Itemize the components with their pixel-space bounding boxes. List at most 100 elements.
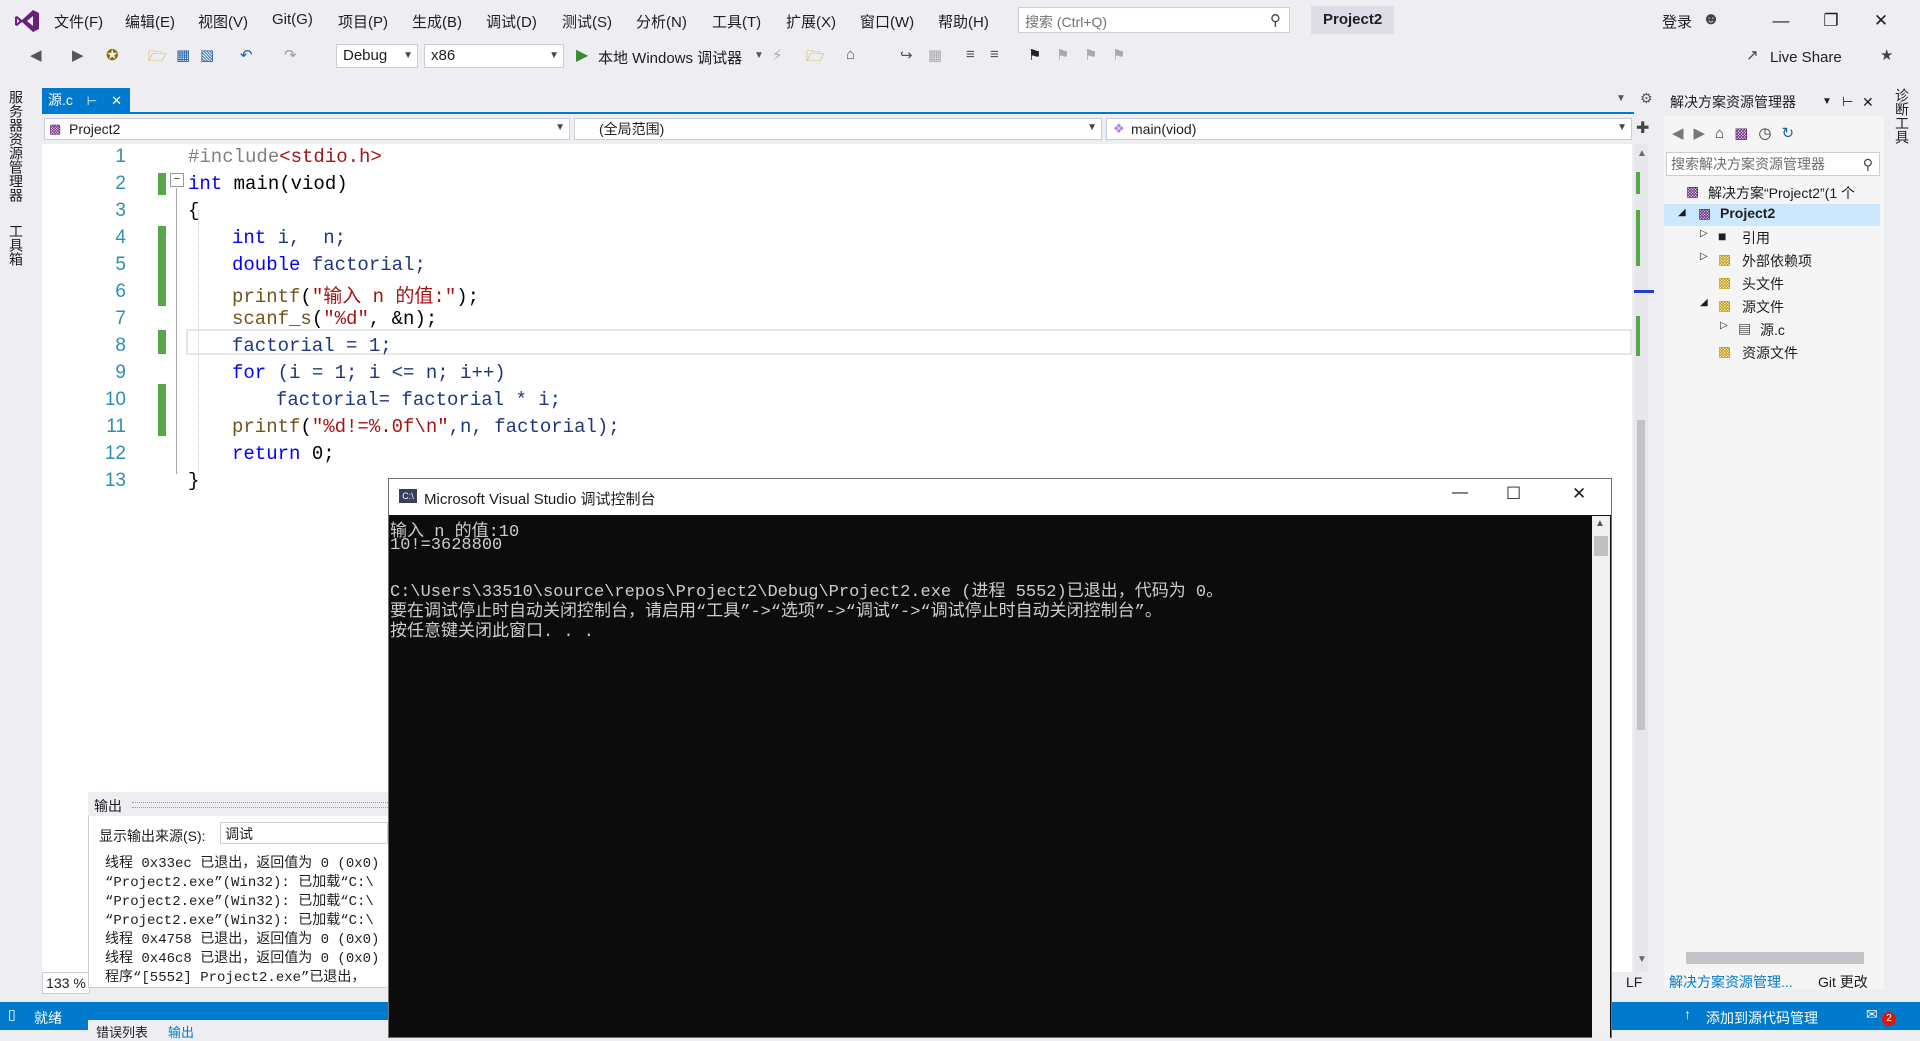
- code-line-1[interactable]: #include<stdio.h>: [188, 146, 382, 168]
- tree-item-project[interactable]: Project2: [1720, 205, 1775, 221]
- console-minimize-button[interactable]: —: [1452, 484, 1468, 502]
- home-icon[interactable]: ⌂: [1715, 125, 1724, 142]
- back-icon[interactable]: ◀: [30, 46, 42, 64]
- tab-git-changes[interactable]: Git 更改: [1818, 972, 1868, 992]
- hot-reload-icon[interactable]: ⚡: [772, 46, 783, 64]
- collapse-icon[interactable]: −: [170, 173, 184, 187]
- menu-help[interactable]: 帮助(H): [938, 11, 989, 32]
- close-icon[interactable]: ✕: [111, 93, 122, 108]
- menu-file[interactable]: 文件(F): [54, 11, 103, 32]
- scroll-up-icon[interactable]: ▲: [1637, 148, 1647, 159]
- diagnostics-tab[interactable]: 诊断工具: [1892, 88, 1912, 144]
- search-box[interactable]: 搜索 (Ctrl+Q) ⚲: [1018, 7, 1290, 33]
- tree-item-solution[interactable]: 解决方案“Project2”(1 个: [1708, 183, 1855, 203]
- menu-tools[interactable]: 工具(T): [712, 11, 761, 32]
- chevron-down-icon[interactable]: ▼: [1616, 93, 1626, 104]
- menu-extensions[interactable]: 扩展(X): [786, 11, 836, 32]
- indent-icon[interactable]: ≡: [966, 46, 975, 63]
- toolbox-tab[interactable]: 工具箱: [6, 224, 26, 266]
- save-all-icon[interactable]: ▧: [200, 46, 214, 64]
- expand-icon[interactable]: ◢: [1678, 207, 1686, 218]
- minimize-button[interactable]: —: [1758, 8, 1804, 34]
- close-icon[interactable]: ✕: [1862, 88, 1874, 116]
- forward-icon[interactable]: ▶: [72, 46, 84, 64]
- switch-view-icon[interactable]: ▩: [1734, 124, 1748, 142]
- bookmark-clear-icon[interactable]: ⚑: [1112, 46, 1125, 64]
- pin-icon[interactable]: ⊢: [1842, 88, 1853, 116]
- tree-item-external-deps[interactable]: 外部依赖项: [1742, 251, 1812, 271]
- add-source-control-button[interactable]: 添加到源代码管理: [1706, 1008, 1818, 1028]
- code-line-12[interactable]: return 0;: [232, 443, 335, 465]
- code-line-8[interactable]: factorial = 1;: [232, 335, 392, 357]
- code-line-4[interactable]: int i, n;: [232, 227, 346, 249]
- save-icon[interactable]: ▦: [176, 46, 190, 64]
- scroll-up-icon[interactable]: ▲: [1595, 518, 1605, 529]
- bookmark-prev-icon[interactable]: ⚑: [1056, 46, 1069, 64]
- code-line-6[interactable]: printf("输入 n 的值:");: [232, 281, 479, 308]
- zoom-level[interactable]: 133 %: [42, 972, 90, 994]
- nav-scope-select[interactable]: (全局范围) ▼: [574, 118, 1102, 140]
- code-line-3[interactable]: {: [188, 200, 199, 222]
- menu-window[interactable]: 窗口(W): [860, 11, 914, 32]
- menu-debug[interactable]: 调试(D): [486, 11, 537, 32]
- step-icon[interactable]: ↪: [900, 46, 913, 64]
- login-link[interactable]: 登录: [1662, 11, 1692, 32]
- code-line-7[interactable]: scanf_s("%d", &n);: [232, 308, 437, 330]
- line-ending[interactable]: LF: [1626, 974, 1642, 990]
- tree-item-sources[interactable]: 源文件: [1742, 297, 1784, 317]
- chevron-down-icon[interactable]: ▼: [754, 50, 764, 61]
- back-icon[interactable]: ◀: [1672, 124, 1684, 142]
- collapse-arrow-icon[interactable]: ▷: [1700, 228, 1708, 239]
- scroll-down-icon[interactable]: ▼: [1637, 954, 1647, 965]
- tab-error-list[interactable]: 错误列表: [96, 1022, 148, 1041]
- tree-item-headers[interactable]: 头文件: [1742, 274, 1784, 294]
- panel-grip[interactable]: [132, 802, 388, 808]
- notifications-icon[interactable]: ✉: [1866, 1006, 1878, 1023]
- forward-icon[interactable]: ▶: [1694, 124, 1706, 142]
- menu-edit[interactable]: 编辑(E): [125, 11, 175, 32]
- live-share-button[interactable]: Live Share: [1770, 49, 1842, 66]
- pin-icon[interactable]: ⊢: [87, 94, 97, 108]
- bookmark-next-icon[interactable]: ⚑: [1084, 46, 1097, 64]
- expand-icon[interactable]: ◢: [1700, 297, 1708, 308]
- console-maximize-button[interactable]: ☐: [1506, 484, 1521, 504]
- close-button[interactable]: ✕: [1858, 8, 1904, 34]
- code-line-9[interactable]: for (i = 1; i <= n; i++): [232, 362, 506, 384]
- run-debugger-button[interactable]: 本地 Windows 调试器: [598, 47, 742, 68]
- feedback-icon[interactable]: ★: [1880, 46, 1893, 64]
- menu-build[interactable]: 生成(B): [412, 11, 462, 32]
- history-icon[interactable]: ◷: [1758, 124, 1771, 142]
- solution-search-input[interactable]: 搜索解决方案资源管理器 ⚲: [1666, 152, 1880, 176]
- menu-test[interactable]: 测试(S): [562, 11, 612, 32]
- nav-function-select[interactable]: ❖ main(viod) ▼: [1106, 118, 1632, 140]
- redo-icon[interactable]: ↷: [284, 46, 297, 64]
- code-line-13[interactable]: }: [188, 470, 199, 492]
- platform-select[interactable]: x86 ▼: [424, 44, 564, 68]
- console-close-button[interactable]: ✕: [1572, 484, 1586, 504]
- open-folder-icon[interactable]: 🗁: [148, 46, 167, 71]
- horizontal-scrollbar[interactable]: [1686, 952, 1864, 964]
- config-select[interactable]: Debug ▼: [336, 44, 418, 68]
- code-line-5[interactable]: double factorial;: [232, 254, 426, 276]
- collapse-arrow-icon[interactable]: ▷: [1700, 251, 1708, 262]
- outdent-icon[interactable]: ≡: [990, 46, 999, 63]
- server-explorer-tab[interactable]: 服务器资源管理器: [6, 90, 26, 202]
- settings-icon[interactable]: ⚙: [1640, 90, 1653, 107]
- split-editor-icon[interactable]: ✚: [1636, 118, 1649, 138]
- tab-solution-explorer[interactable]: 解决方案资源管理...: [1669, 972, 1793, 992]
- collapse-arrow-icon[interactable]: ▷: [1720, 320, 1728, 331]
- console-scrollbar-thumb[interactable]: [1594, 536, 1608, 556]
- chevron-down-icon[interactable]: ▼: [1822, 88, 1832, 116]
- tree-item-resources[interactable]: 资源文件: [1742, 343, 1798, 363]
- output-source-select[interactable]: 调试: [220, 822, 388, 844]
- account-icon[interactable]: ☻: [1702, 9, 1720, 29]
- play-icon[interactable]: ▶: [576, 45, 588, 65]
- tree-item-source-file[interactable]: 源.c: [1760, 320, 1785, 340]
- console-scrollbar[interactable]: [1592, 516, 1610, 1038]
- undo-icon[interactable]: ↶: [240, 46, 253, 64]
- tree-item-references[interactable]: 引用: [1742, 228, 1770, 248]
- tab-source-file[interactable]: 源.c ⊢ ✕: [42, 88, 130, 112]
- live-share-icon[interactable]: ↗: [1746, 46, 1759, 64]
- home-icon[interactable]: ⌂: [846, 46, 855, 63]
- new-project-icon[interactable]: ✪: [106, 46, 119, 64]
